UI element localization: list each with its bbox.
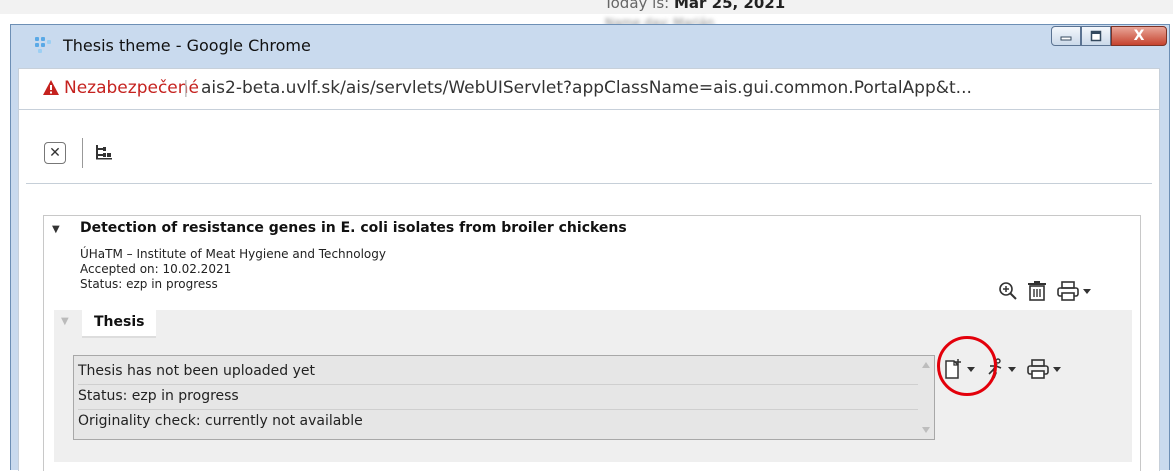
close-icon: X	[1133, 28, 1145, 44]
theme-actions	[998, 280, 1091, 302]
page-content: ✕ ▼ Detection of resistance genes in E. …	[18, 110, 1160, 471]
scroll-down-icon[interactable]	[922, 427, 930, 433]
list-item: Status: ezp in progress	[78, 384, 918, 410]
thesis-title: Detection of resistance genes in E. coli…	[80, 220, 627, 236]
warning-icon[interactable]	[42, 79, 60, 96]
dropdown-arrow-icon	[1008, 366, 1016, 372]
title-bar[interactable]: Thesis theme - Google Chrome X	[11, 25, 1169, 68]
list-item: Originality check: currently not availab…	[78, 413, 363, 429]
toolbar-divider	[82, 138, 83, 168]
close-button[interactable]: ✕	[44, 142, 66, 164]
background-page	[0, 0, 1173, 14]
minimize-button[interactable]	[1051, 26, 1081, 46]
app-icon	[35, 37, 51, 53]
toolbar-divider-line	[26, 183, 1152, 184]
url-text[interactable]: ais2-beta.uvlf.sk/ais/servlets/WebUIServ…	[201, 78, 972, 98]
department-text: ÚHaTM – Institute of Meat Hygiene and Te…	[80, 247, 386, 261]
maximize-button[interactable]	[1081, 26, 1111, 46]
window-controls: X	[1051, 26, 1167, 48]
security-status[interactable]: Nezabezpečené	[64, 78, 199, 98]
window-title: Thesis theme - Google Chrome	[63, 36, 311, 55]
print-icon	[1057, 281, 1079, 301]
print-icon	[1027, 359, 1049, 379]
zoom-in-icon[interactable]	[998, 281, 1018, 301]
dropdown-arrow-icon	[1053, 366, 1061, 372]
print-button[interactable]	[1026, 358, 1061, 380]
scroll-up-icon[interactable]	[922, 362, 930, 368]
collapse-caret-icon[interactable]: ▼	[52, 224, 60, 235]
chrome-window: Thesis theme - Google Chrome X Nezabezpe…	[10, 24, 1170, 471]
list-item: Thesis has not been uploaded yet	[78, 359, 918, 385]
status-text: Status: ezp in progress	[80, 277, 218, 291]
trash-icon[interactable]	[1026, 280, 1048, 302]
print-button[interactable]	[1056, 280, 1091, 302]
highlight-circle	[937, 336, 997, 396]
dropdown-arrow-icon	[1083, 288, 1091, 294]
maximize-icon	[1090, 30, 1102, 42]
close-window-button[interactable]: X	[1111, 26, 1167, 46]
today-label: Today is: Mar 25, 2021	[604, 0, 786, 12]
accepted-date: Accepted on: 10.02.2021	[80, 262, 232, 276]
hierarchy-icon[interactable]	[95, 144, 113, 160]
tab-thesis[interactable]: Thesis	[82, 310, 157, 338]
address-separator: |	[183, 78, 189, 98]
address-bar[interactable]: Nezabezpečené | ais2-beta.uvlf.sk/ais/se…	[18, 68, 1160, 110]
collapse-caret-icon[interactable]: ▼	[61, 316, 69, 327]
minimize-icon	[1060, 36, 1072, 41]
close-icon: ✕	[49, 145, 61, 161]
thesis-info-list[interactable]: Thesis has not been uploaded yet Status:…	[73, 355, 935, 440]
